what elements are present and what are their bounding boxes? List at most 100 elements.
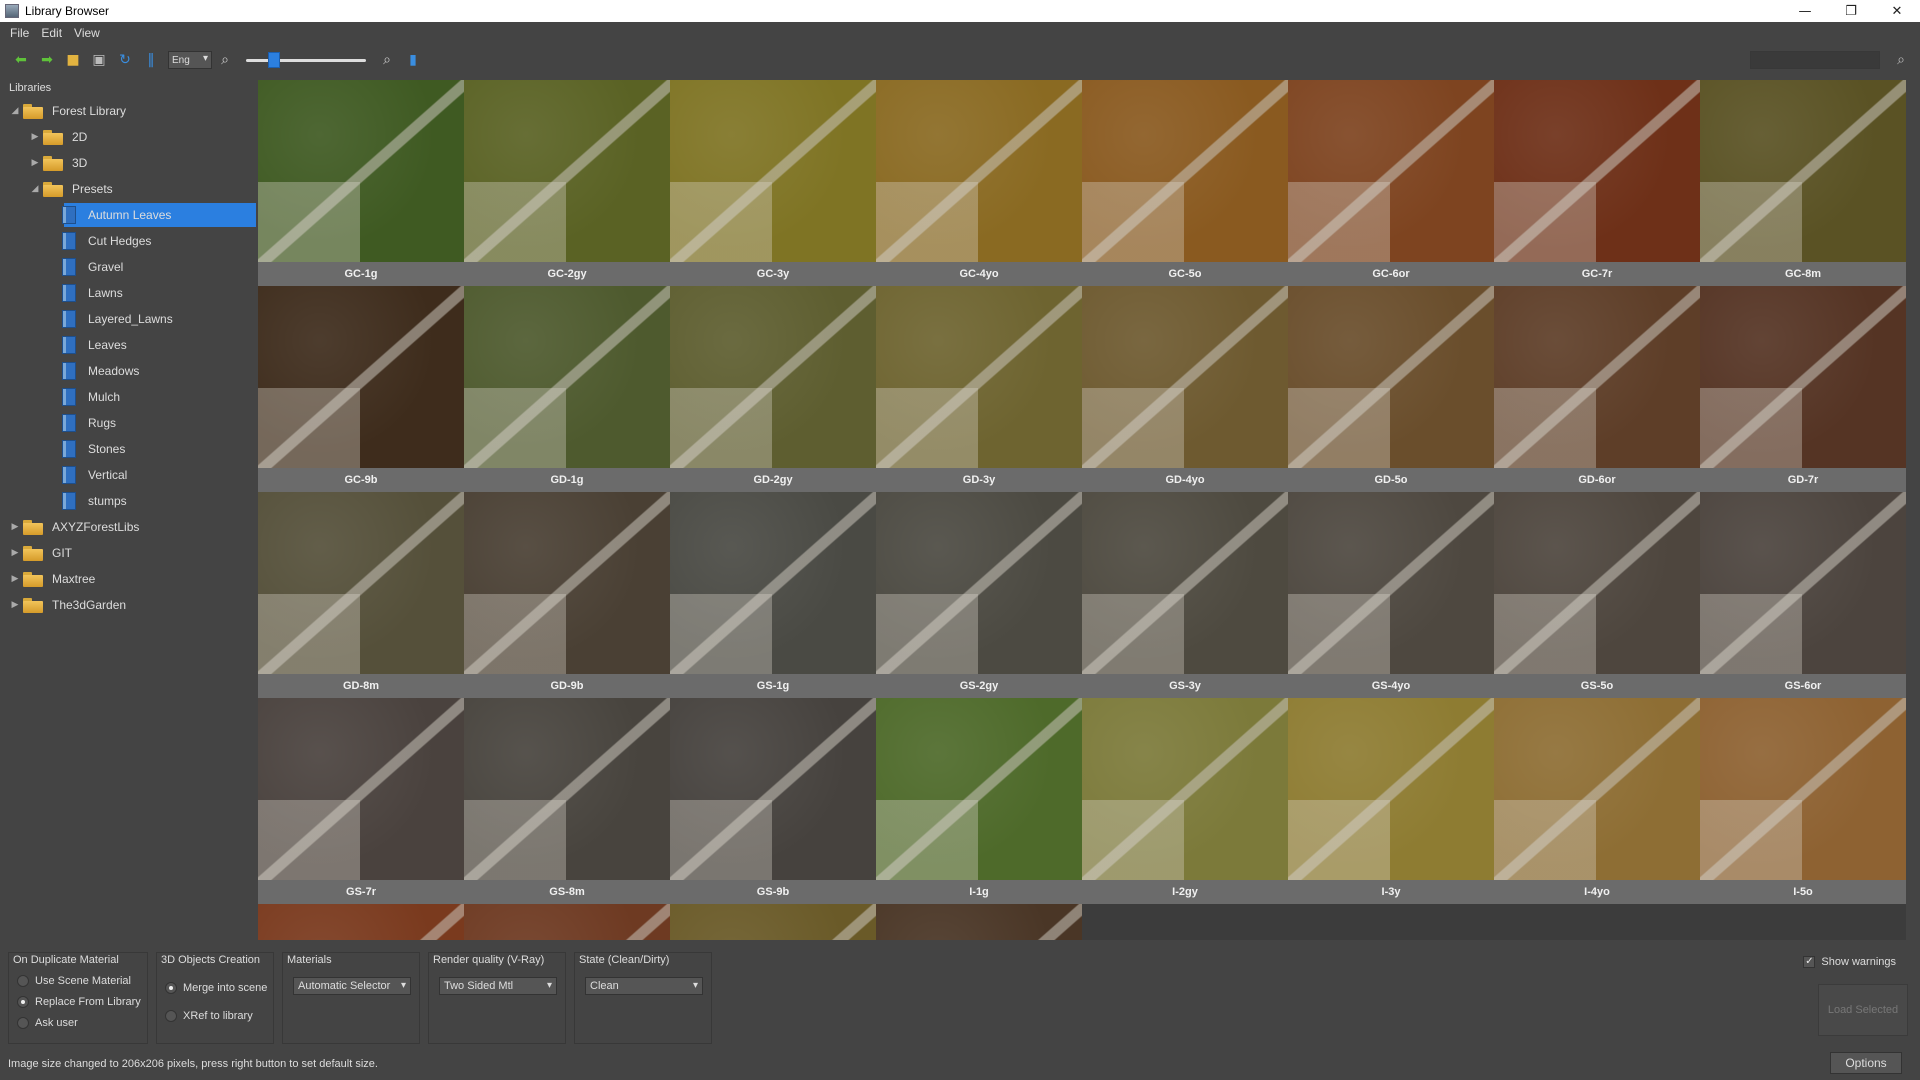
language-select[interactable]: Eng — [168, 51, 212, 69]
menu-edit[interactable]: Edit — [35, 26, 68, 40]
xref-to-library-radio[interactable]: XRef to library — [165, 1010, 253, 1022]
show-warnings-checkbox[interactable]: ✓ Show warnings — [1803, 956, 1896, 968]
collapsed-arrow-icon[interactable]: ▶ — [28, 158, 42, 168]
thumbnail-tile[interactable]: GD-9b — [464, 492, 670, 698]
collapsed-arrow-icon[interactable]: ▶ — [8, 574, 22, 584]
thumbnail-tile[interactable]: I-2gy — [1082, 698, 1288, 904]
thumbnail-tile[interactable]: I-3y — [1288, 698, 1494, 904]
thumbnail-tile[interactable]: I-1g — [876, 698, 1082, 904]
tree-item[interactable]: Gravel — [4, 254, 256, 280]
thumbnail-tile[interactable]: GS-4yo — [1288, 492, 1494, 698]
tree-item[interactable]: Meadows — [4, 358, 256, 384]
refresh-icon[interactable]: ↻ — [112, 49, 138, 71]
render-quality-select[interactable]: Two Sided Mtl — [439, 977, 557, 995]
thumbnail-tile[interactable]: GC-3y — [670, 80, 876, 286]
thumbnail-tile[interactable]: GD-5o — [1288, 286, 1494, 492]
thumbnail-tile[interactable]: GC-8m — [1700, 80, 1906, 286]
tree-item-label: Vertical — [88, 468, 128, 482]
collapsed-arrow-icon[interactable]: ▶ — [8, 522, 22, 532]
thumbnail-tile[interactable]: GC-1g — [258, 80, 464, 286]
collapsed-arrow-icon[interactable]: ▶ — [28, 132, 42, 142]
thumbnail-tile[interactable]: GC-7r — [1494, 80, 1700, 286]
thumbnail-tile[interactable]: GS-9b — [670, 698, 876, 904]
menu-view[interactable]: View — [68, 26, 106, 40]
state-select[interactable]: Clean — [585, 977, 703, 995]
materials-select[interactable]: Automatic Selector — [293, 977, 411, 995]
zoom-in-icon[interactable]: ⌕ — [374, 49, 400, 71]
merge-into-scene-radio[interactable]: Merge into scene — [165, 982, 267, 994]
thumbnail-tile[interactable]: GD-6or — [1494, 286, 1700, 492]
minimize-button[interactable]: — — [1782, 0, 1828, 22]
load-selected-button[interactable]: Load Selected — [1818, 984, 1908, 1036]
expanded-arrow-icon[interactable]: ◢ — [8, 106, 22, 116]
thumbnail-tile[interactable]: GS-3y — [1082, 492, 1288, 698]
search-icon[interactable]: ⌕ — [1890, 49, 1912, 71]
thumbnail-label: GC-2gy — [464, 262, 670, 286]
tree-item[interactable]: ▶ GIT — [4, 540, 256, 566]
search-input[interactable] — [1750, 51, 1880, 69]
thumbnail-tile[interactable]: GS-1g — [670, 492, 876, 698]
tree-item[interactable]: Cut Hedges — [4, 228, 256, 254]
maximize-button[interactable]: ❐ — [1828, 0, 1874, 22]
thumbnail-label: GD-7r — [1700, 468, 1906, 492]
tree-item[interactable]: ▶ The3dGarden — [4, 592, 256, 618]
forward-arrow-icon[interactable]: ➡ — [34, 49, 60, 71]
tree-item[interactable]: Mulch — [4, 384, 256, 410]
tree-item[interactable]: Vertical — [4, 462, 256, 488]
tree-item[interactable]: Rugs — [4, 410, 256, 436]
tree-item[interactable]: Layered_Lawns — [4, 306, 256, 332]
tree-item[interactable]: Stones — [4, 436, 256, 462]
thumbnail-tile[interactable] — [258, 904, 464, 940]
thumbnail-tile[interactable]: GD-3y — [876, 286, 1082, 492]
filter-icon[interactable]: ‖ — [138, 49, 164, 71]
close-button[interactable]: ✕ — [1874, 0, 1920, 22]
thumbnail-tile[interactable]: GC-5o — [1082, 80, 1288, 286]
zoom-out-icon[interactable]: ⌕ — [212, 49, 238, 71]
options-button[interactable]: Options — [1830, 1052, 1902, 1074]
tree-item[interactable]: ◢ Presets — [4, 176, 256, 202]
thumbnail-tile[interactable] — [670, 904, 876, 940]
open-folder-icon[interactable]: ■ — [60, 49, 86, 71]
menu-file[interactable]: File — [4, 26, 35, 40]
use-scene-material-radio[interactable]: Use Scene Material — [17, 975, 131, 987]
save-icon[interactable]: ▣ — [86, 49, 112, 71]
tree-item[interactable]: ▶ 2D — [4, 124, 256, 150]
thumbnail-tile[interactable] — [464, 904, 670, 940]
back-arrow-icon[interactable]: ⬅ — [8, 49, 34, 71]
collapsed-arrow-icon[interactable]: ▶ — [8, 548, 22, 558]
thumbnail-image — [258, 492, 464, 674]
thumbnail-tile[interactable]: GC-4yo — [876, 80, 1082, 286]
thumbnail-tile[interactable]: I-4yo — [1494, 698, 1700, 904]
thumbnail-tile[interactable]: GS-8m — [464, 698, 670, 904]
thumbnail-tile[interactable]: GC-6or — [1288, 80, 1494, 286]
tree-item[interactable]: ▶ 3D — [4, 150, 256, 176]
thumbnail-tile[interactable]: GD-2gy — [670, 286, 876, 492]
collapsed-arrow-icon[interactable]: ▶ — [8, 600, 22, 610]
tree-item[interactable]: Lawns — [4, 280, 256, 306]
thumbnail-tile[interactable]: GS-2gy — [876, 492, 1082, 698]
tree-item[interactable]: Leaves — [4, 332, 256, 358]
ask-user-radio[interactable]: Ask user — [17, 1017, 78, 1029]
thumbnail-tile[interactable]: GS-5o — [1494, 492, 1700, 698]
thumbnail-tile[interactable] — [876, 904, 1082, 940]
slider-thumb[interactable] — [267, 52, 280, 68]
thumbnail-tile[interactable]: I-5o — [1700, 698, 1906, 904]
tree-item[interactable]: stumps — [4, 488, 256, 514]
thumbnail-tile[interactable]: GC-9b — [258, 286, 464, 492]
tree-item[interactable]: ▶ AXYZForestLibs — [4, 514, 256, 540]
thumbnail-tile[interactable]: GC-2gy — [464, 80, 670, 286]
thumbnail-tile[interactable]: GD-1g — [464, 286, 670, 492]
thumbnail-tile[interactable]: GS-6or — [1700, 492, 1906, 698]
thumbnail-tile[interactable]: GD-4yo — [1082, 286, 1288, 492]
tree-item[interactable]: ▶ Maxtree — [4, 566, 256, 592]
expanded-arrow-icon[interactable]: ◢ — [28, 184, 42, 194]
radio-dot — [165, 1010, 177, 1022]
tree-item[interactable]: Autumn Leaves — [4, 202, 256, 228]
thumbnail-tile[interactable]: GD-8m — [258, 492, 464, 698]
thumbnail-tile[interactable]: GD-7r — [1700, 286, 1906, 492]
thumbnail-tile[interactable]: GS-7r — [258, 698, 464, 904]
replace-from-library-radio[interactable]: Replace From Library — [17, 996, 141, 1008]
tree-item[interactable]: ◢ Forest Library — [4, 98, 256, 124]
info-icon[interactable]: ▮ — [400, 49, 426, 71]
thumbnail-size-slider[interactable] — [242, 51, 370, 69]
